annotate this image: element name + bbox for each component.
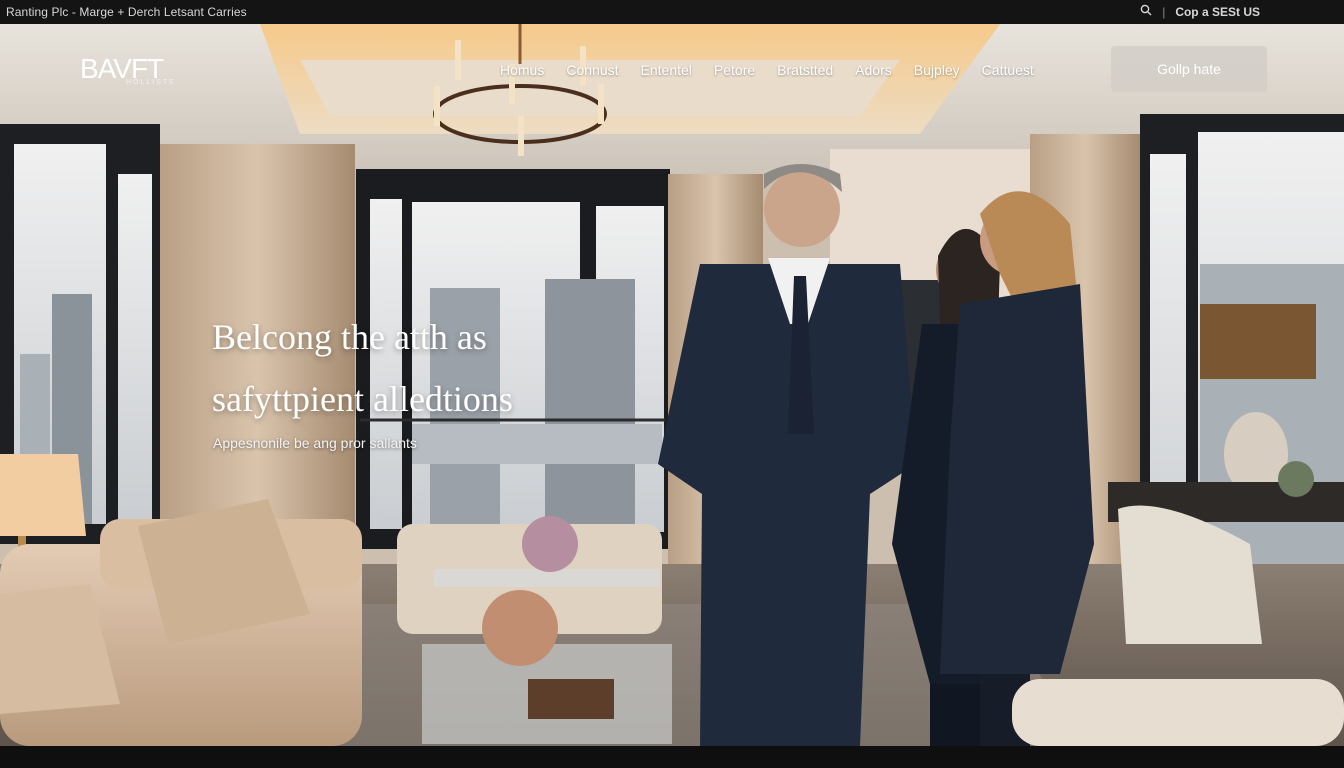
hero-headline-line1: Belcong the atth as	[212, 317, 487, 357]
header-cta-button[interactable]: Gollp hate	[1111, 46, 1267, 92]
topbar-actions: | Cop a SESt US	[1140, 4, 1260, 19]
top-utility-bar: Ranting Plc - Marge + Derch Letsant Carr…	[0, 0, 1344, 24]
hero-headline: Belcong the atth as safyttpient alledtio…	[212, 306, 513, 430]
nav-item-bratstted[interactable]: Bratstted	[777, 62, 833, 78]
hero-background-image	[0, 24, 1344, 746]
nav-item-connust[interactable]: Connust	[566, 62, 618, 78]
bottom-bar	[0, 746, 1344, 768]
nav-item-adors[interactable]: Adors	[855, 62, 892, 78]
nav-item-ententel[interactable]: Ententel	[641, 62, 692, 78]
hero-subheadline: Appesnonile be ang pror sallants	[213, 435, 417, 451]
main-nav: Homus Connust Ententel Petore Bratstted …	[500, 62, 1056, 78]
search-icon[interactable]	[1140, 4, 1152, 19]
nav-item-homus[interactable]: Homus	[500, 62, 544, 78]
breadcrumb: Ranting Plc - Marge + Derch Letsant Carr…	[6, 5, 247, 19]
nav-item-cattuest[interactable]: Cattuest	[982, 62, 1034, 78]
hero-section: BAVFT HOLLISTE Homus Connust Ententel Pe…	[0, 24, 1344, 746]
topbar-cta-link[interactable]: Cop a SESt US	[1175, 5, 1260, 19]
nav-item-petore[interactable]: Petore	[714, 62, 755, 78]
divider: |	[1162, 4, 1166, 19]
nav-item-bujpley[interactable]: Bujpley	[914, 62, 960, 78]
brand-logo[interactable]: BAVFT HOLLISTE	[80, 55, 176, 87]
hero-headline-line2: safyttpient alledtions	[212, 379, 513, 419]
logo-subtext: HOLLISTE	[126, 79, 176, 86]
